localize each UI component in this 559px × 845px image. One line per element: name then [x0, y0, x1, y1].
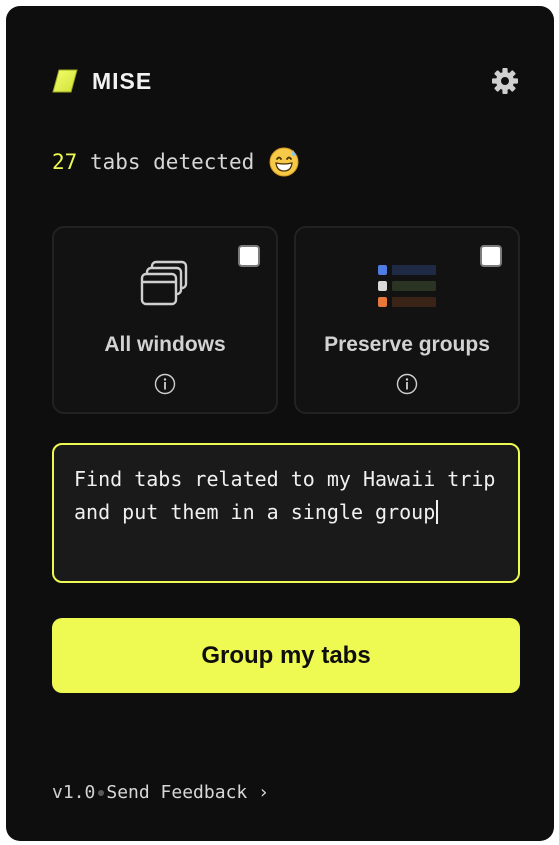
tab-count: 27	[52, 150, 78, 174]
prompt-input[interactable]: Find tabs related to my Hawaii trip and …	[52, 443, 520, 583]
option-all-windows[interactable]: All windows	[52, 226, 278, 414]
brand: MISE	[52, 68, 152, 95]
footer: v1.0 Send Feedback ›	[52, 782, 269, 803]
tab-groups-icon	[378, 265, 436, 307]
all-windows-label: All windows	[104, 333, 226, 356]
tabs-detected-status: 27 tabs detected	[52, 146, 300, 178]
separator-dot	[98, 789, 105, 796]
extension-panel: MISE 27 tabs detected All windows Preser…	[6, 6, 554, 841]
preserve-groups-checkbox[interactable]	[480, 245, 502, 267]
group-my-tabs-button[interactable]: Group my tabs	[52, 618, 520, 693]
option-preserve-groups[interactable]: Preserve groups	[294, 226, 520, 414]
grinning-sweat-emoji-icon	[269, 147, 299, 177]
yellow-tag-icon	[52, 69, 78, 93]
header: MISE	[52, 62, 520, 100]
all-windows-checkbox[interactable]	[238, 245, 260, 267]
prompt-text: Find tabs related to my Hawaii trip and …	[74, 467, 508, 524]
send-feedback-link[interactable]: Send Feedback ›	[106, 782, 269, 803]
text-caret	[436, 500, 439, 524]
stacked-windows-icon	[140, 260, 188, 306]
info-icon[interactable]	[396, 373, 418, 395]
info-icon[interactable]	[154, 373, 176, 395]
version-label: v1.0	[52, 782, 96, 803]
tabs-detected-text: tabs detected	[89, 150, 255, 174]
app-name: MISE	[92, 67, 153, 94]
gear-icon[interactable]	[490, 66, 520, 96]
preserve-groups-label: Preserve groups	[324, 333, 490, 356]
